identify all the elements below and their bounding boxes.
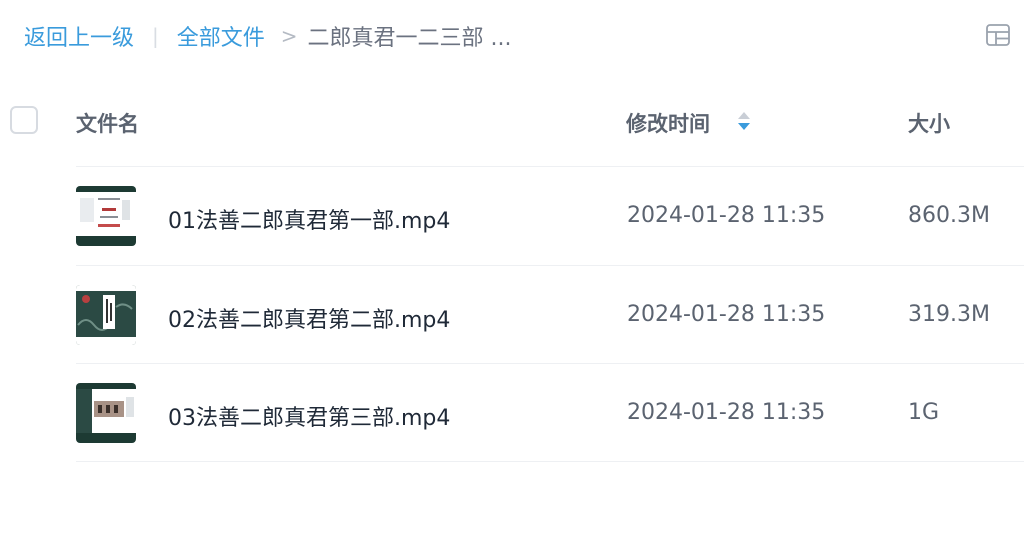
- table-row[interactable]: 03法善二郎真君第三部.mp4 2024-01-28 11:35 1G: [76, 364, 1024, 460]
- file-name[interactable]: 02法善二郎真君第二部.mp4: [168, 302, 450, 334]
- video-thumbnail: [76, 285, 136, 345]
- table-header: 文件名 修改时间 大小: [0, 96, 1024, 148]
- table-row[interactable]: 01法善二郎真君第一部.mp4 2024-01-28 11:35 860.3M: [76, 167, 1024, 263]
- breadcrumb: 返回上一级 | 全部文件 > 二郎真君一二三部 ...: [24, 20, 512, 52]
- grid-layout-icon[interactable]: [986, 24, 1010, 46]
- file-name[interactable]: 03法善二郎真君第三部.mp4: [168, 400, 450, 432]
- row-divider: [76, 461, 1024, 462]
- table-row[interactable]: 02法善二郎真君第二部.mp4 2024-01-28 11:35 319.3M: [76, 266, 1024, 362]
- video-thumbnail: [76, 186, 136, 246]
- current-folder-label: 二郎真君一二三部 ...: [307, 26, 512, 51]
- file-modified-time: 2024-01-28 11:35: [627, 400, 826, 425]
- select-all-checkbox[interactable]: [10, 106, 38, 134]
- breadcrumb-arrow-icon: >: [280, 24, 298, 48]
- all-files-link[interactable]: 全部文件: [177, 20, 265, 52]
- column-header-size[interactable]: 大小: [908, 108, 950, 138]
- file-size: 1G: [908, 400, 940, 425]
- file-size: 319.3M: [908, 302, 990, 327]
- sort-icon[interactable]: [736, 109, 752, 133]
- column-header-modified[interactable]: 修改时间: [626, 108, 710, 138]
- video-thumbnail: [76, 383, 136, 443]
- column-header-name[interactable]: 文件名: [76, 108, 139, 138]
- file-browser: 返回上一级 | 全部文件 > 二郎真君一二三部 ... 文件名 修改时间 大小: [0, 0, 1024, 539]
- back-link[interactable]: 返回上一级: [24, 20, 134, 52]
- file-modified-time: 2024-01-28 11:35: [627, 302, 826, 327]
- file-name[interactable]: 01法善二郎真君第一部.mp4: [168, 203, 450, 235]
- breadcrumb-separator: |: [152, 24, 159, 48]
- file-modified-time: 2024-01-28 11:35: [627, 203, 826, 228]
- file-size: 860.3M: [908, 203, 990, 228]
